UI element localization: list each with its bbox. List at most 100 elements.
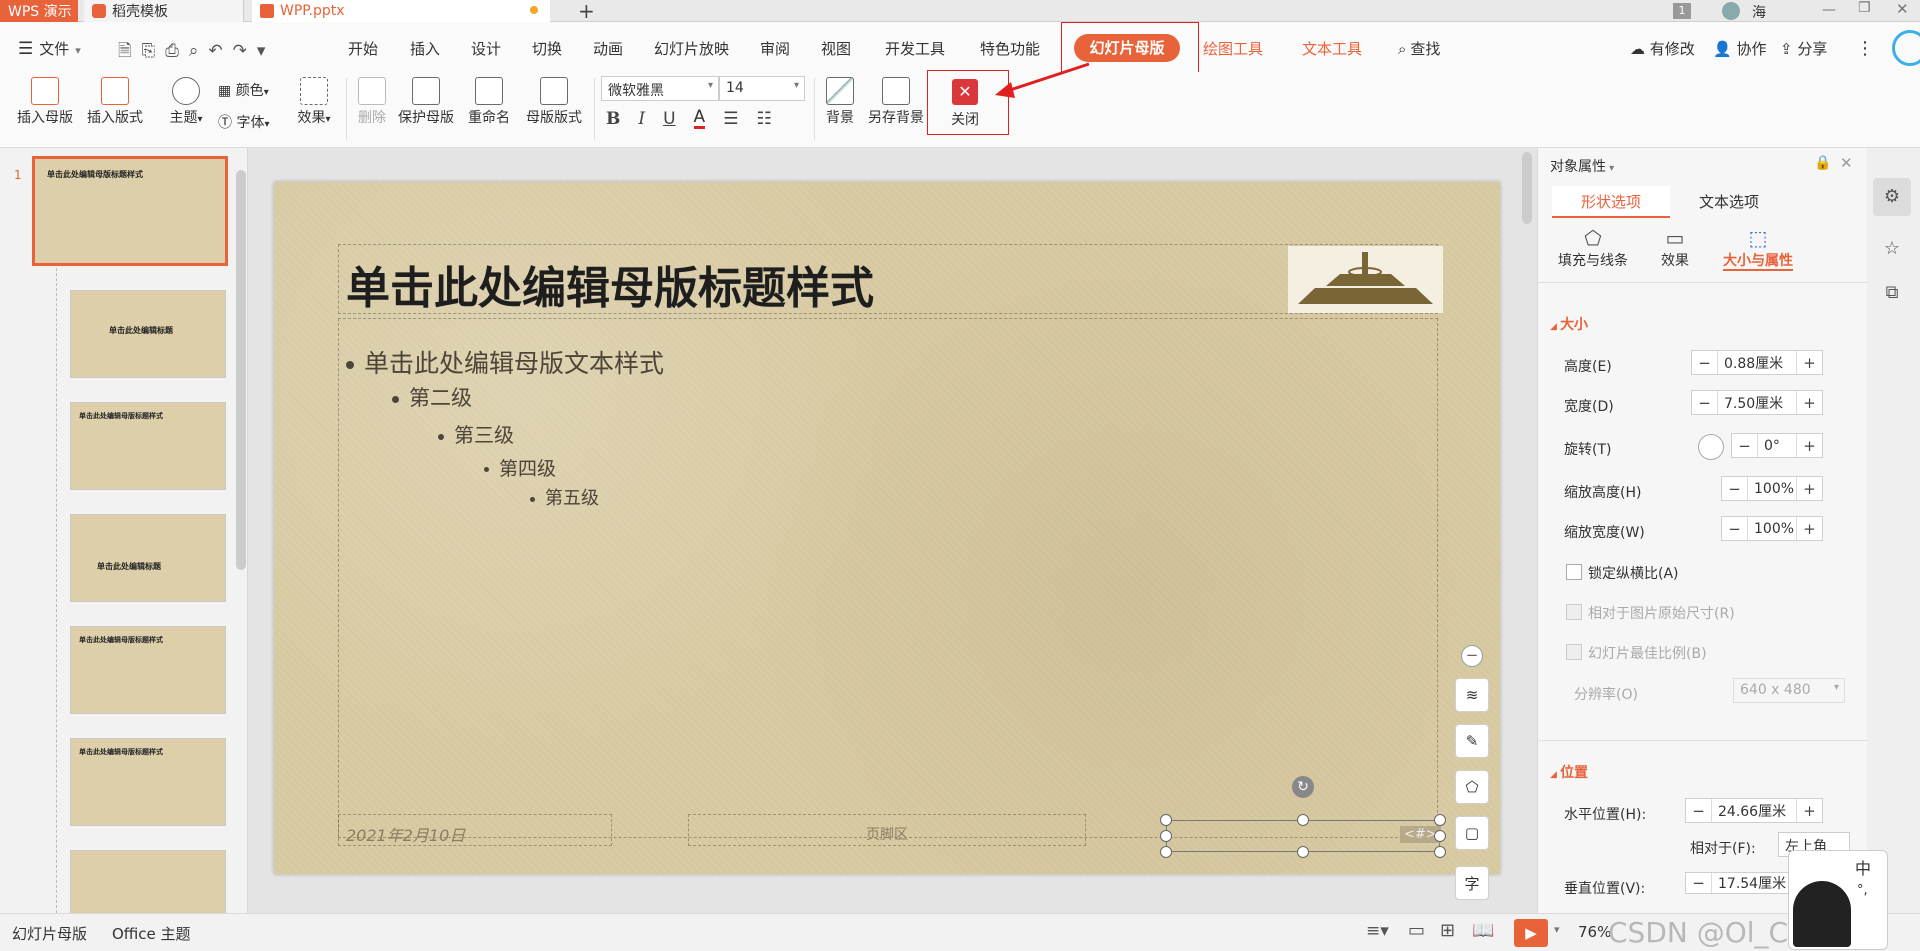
- lock-ratio-checkbox[interactable]: [1566, 564, 1582, 580]
- layers-icon[interactable]: ≋: [1455, 678, 1489, 712]
- decrement-icon[interactable]: −: [1732, 434, 1757, 457]
- resize-handle[interactable]: [1160, 814, 1172, 826]
- quick-access-toolbar[interactable]: 🗎⎘⎙⌕↶↷▾: [118, 38, 275, 67]
- reading-view-icon[interactable]: 📖: [1472, 920, 1494, 941]
- template-tab[interactable]: 稻壳模板: [84, 0, 244, 22]
- menu-start[interactable]: 开始: [348, 38, 378, 59]
- copy-icon[interactable]: ⧉: [1873, 274, 1911, 312]
- relative-original-checkbox[interactable]: [1566, 604, 1582, 620]
- bold-button[interactable]: B: [606, 109, 620, 129]
- decrement-icon[interactable]: −: [1692, 351, 1717, 374]
- menu-view[interactable]: 视图: [821, 38, 851, 59]
- resize-handle[interactable]: [1434, 814, 1446, 826]
- vpos-value[interactable]: 17.54厘米: [1711, 873, 1797, 893]
- collaborate-button[interactable]: 👤 协作: [1713, 38, 1766, 59]
- slide-title[interactable]: 单击此处编辑母版标题样式: [346, 252, 874, 316]
- rename-button[interactable]: 重命名: [464, 77, 514, 127]
- thumb-layout-5[interactable]: 单击此处编辑母版标题样式: [70, 738, 226, 826]
- status-mode[interactable]: 幻灯片母版: [12, 923, 87, 944]
- thumb-layout-2[interactable]: 单击此处编辑母版标题样式: [70, 402, 226, 490]
- hpos-stepper[interactable]: −24.66厘米 +: [1685, 798, 1823, 823]
- increment-icon[interactable]: +: [1797, 517, 1822, 540]
- insert-layout-button[interactable]: 插入版式: [84, 77, 146, 127]
- scale-width-stepper[interactable]: −100% +: [1721, 516, 1823, 541]
- width-stepper[interactable]: −7.50厘米 +: [1691, 390, 1823, 415]
- menu-design[interactable]: 设计: [471, 38, 501, 59]
- tab-slide-master[interactable]: 幻灯片母版: [1074, 34, 1180, 62]
- pin-icon[interactable]: 🔒: [1814, 155, 1831, 171]
- logo-image[interactable]: [1288, 246, 1443, 313]
- star-icon[interactable]: ☆: [1873, 230, 1911, 268]
- thumb-layout-3[interactable]: 单击此处编辑标题: [70, 514, 226, 602]
- level-5-text[interactable]: 第五级: [530, 484, 599, 510]
- menu-transition[interactable]: 切换: [532, 38, 562, 59]
- font-size-select[interactable]: 14 ▾: [719, 76, 805, 101]
- minimize-icon[interactable]: —: [1822, 2, 1836, 18]
- increment-icon[interactable]: +: [1797, 351, 1822, 374]
- ime-widget[interactable]: 中 °,: [1788, 850, 1888, 950]
- increment-icon[interactable]: +: [1797, 434, 1822, 457]
- slide-scrollbar[interactable]: [1522, 152, 1532, 224]
- border-icon[interactable]: ▢: [1455, 816, 1489, 850]
- section-size[interactable]: ◢ 大小: [1550, 314, 1588, 334]
- scale-width-value[interactable]: 100%: [1747, 517, 1797, 540]
- level-3-text[interactable]: 第三级: [438, 419, 514, 448]
- file-menu[interactable]: ☰ 文件 ▾: [18, 38, 81, 59]
- resize-handle[interactable]: [1160, 830, 1172, 842]
- slide-canvas[interactable]: 单击此处编辑母版标题样式 单击此处编辑母版文本样式 第二级 第三级 第四级 第五…: [274, 182, 1500, 874]
- rotate-stepper[interactable]: −0° +: [1731, 433, 1823, 458]
- tab-shape-options[interactable]: 形状选项: [1552, 186, 1670, 218]
- play-button[interactable]: ▶: [1514, 919, 1548, 947]
- height-value[interactable]: 0.88厘米: [1717, 351, 1797, 374]
- assistant-logo-icon[interactable]: [1892, 30, 1920, 66]
- zoom-level[interactable]: 76%: [1578, 923, 1611, 941]
- font-name-select[interactable]: 微软雅黑 ▾: [601, 76, 719, 101]
- numbered-list-icon[interactable]: ☷: [756, 109, 771, 129]
- text-direction-icon[interactable]: 字: [1455, 866, 1489, 900]
- underline-button[interactable]: U: [663, 109, 675, 129]
- notes-icon[interactable]: ≡▾: [1366, 921, 1389, 941]
- resolution-select[interactable]: 640 x 480 ▾: [1733, 678, 1845, 703]
- best-ratio-checkbox[interactable]: [1566, 644, 1582, 660]
- zoom-out-icon[interactable]: −: [1461, 645, 1483, 667]
- section-position[interactable]: ◢ 位置: [1550, 762, 1588, 782]
- resize-handle[interactable]: [1297, 846, 1309, 858]
- scale-height-stepper[interactable]: −100% +: [1721, 476, 1823, 501]
- settings-sliders-icon[interactable]: ⚙: [1873, 178, 1911, 216]
- close-panel-icon[interactable]: ✕: [1840, 154, 1853, 172]
- width-value[interactable]: 7.50厘米: [1717, 391, 1797, 414]
- thumb-master[interactable]: 单击此处编辑母版标题样式: [32, 156, 228, 266]
- decrement-icon[interactable]: −: [1722, 517, 1747, 540]
- thumb-layout-1[interactable]: 单击此处编辑标题: [70, 290, 226, 378]
- resize-handle[interactable]: [1160, 846, 1172, 858]
- decrement-icon[interactable]: −: [1686, 873, 1711, 893]
- decrement-icon[interactable]: −: [1692, 391, 1717, 414]
- more-icon[interactable]: ⋮: [1856, 38, 1874, 59]
- modified-button[interactable]: ☁ 有修改: [1630, 38, 1695, 59]
- protect-master-button[interactable]: 保护母版: [394, 77, 458, 127]
- tab-text-options[interactable]: 文本选项: [1670, 186, 1788, 218]
- resize-handle[interactable]: [1297, 814, 1309, 826]
- thumb-layout-6[interactable]: [70, 850, 226, 920]
- bullet-list-icon[interactable]: ☰: [723, 109, 738, 129]
- search-button[interactable]: ⌕ 查找: [1398, 38, 1440, 59]
- panel-header[interactable]: 对象属性 ▾: [1550, 156, 1614, 176]
- insert-master-button[interactable]: 插入母版: [14, 77, 76, 127]
- subtab-size-props[interactable]: ⬚ 大小与属性: [1710, 226, 1806, 271]
- color-button[interactable]: ▦ 颜色▾: [218, 80, 269, 100]
- ime-punct[interactable]: °,: [1857, 883, 1868, 898]
- level-1-text[interactable]: 单击此处编辑母版文本样式: [346, 344, 664, 380]
- italic-button[interactable]: I: [638, 109, 645, 129]
- rotate-value[interactable]: 0°: [1757, 434, 1797, 457]
- sorter-view-icon[interactable]: ⊞: [1440, 920, 1455, 941]
- height-stepper[interactable]: −0.88厘米 +: [1691, 350, 1823, 375]
- menu-review[interactable]: 审阅: [760, 38, 790, 59]
- new-tab-button[interactable]: +: [570, 0, 598, 23]
- avatar[interactable]: [1722, 2, 1740, 20]
- effect-button[interactable]: 效果▾: [292, 77, 336, 127]
- chevron-down-icon[interactable]: ▾: [1554, 923, 1560, 936]
- app-tab[interactable]: WPS 演示: [0, 0, 78, 22]
- hpos-value[interactable]: 24.66厘米: [1711, 799, 1797, 822]
- increment-icon[interactable]: +: [1797, 799, 1822, 822]
- subtab-fill-line[interactable]: ⬠ 填充与线条: [1548, 226, 1638, 270]
